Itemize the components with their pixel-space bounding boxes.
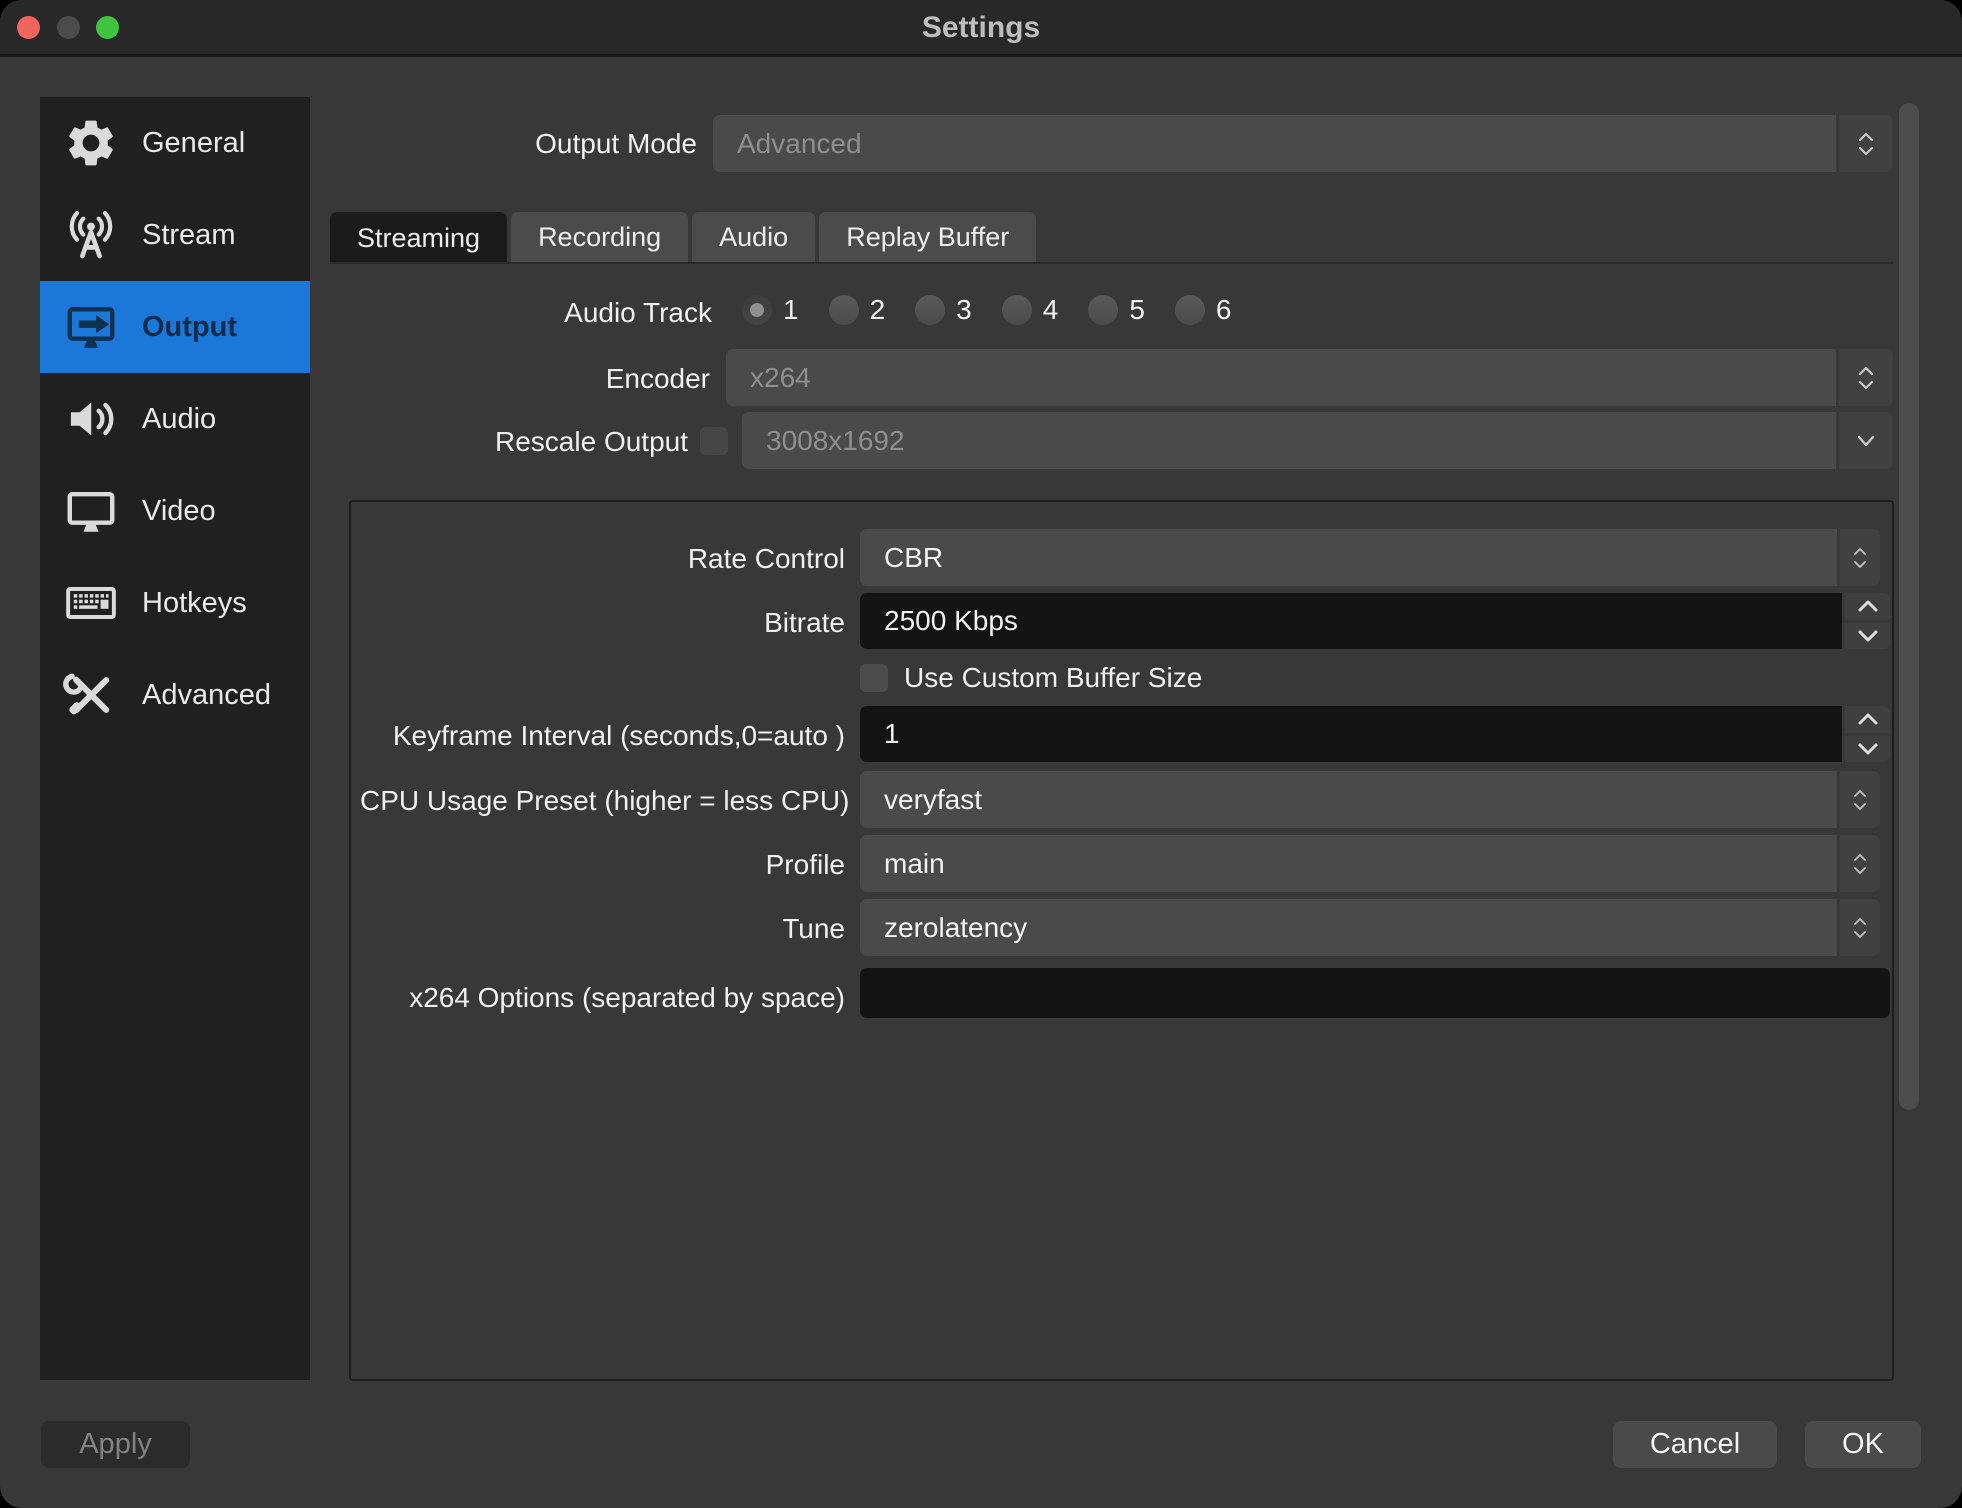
- ok-button[interactable]: OK: [1805, 1421, 1921, 1468]
- keyframe-interval-label: Keyframe Interval (seconds,0=auto ): [360, 719, 845, 753]
- audio-track-radios: 1 2 3 4 5 6: [742, 294, 1231, 326]
- audio-track-radio-3[interactable]: [915, 295, 945, 325]
- broadcast-icon: [62, 206, 120, 264]
- use-custom-buffer-label: Use Custom Buffer Size: [904, 662, 1202, 694]
- encoder-value: x264: [726, 349, 1836, 406]
- rate-control-label: Rate Control: [360, 542, 845, 576]
- radio-label: 1: [783, 294, 799, 326]
- tab-recording[interactable]: Recording: [511, 212, 688, 262]
- audio-track-radio-5[interactable]: [1088, 295, 1118, 325]
- chevron-updown-icon: [1840, 529, 1880, 586]
- settings-window: Settings General Stream: [0, 0, 1962, 1508]
- cpu-usage-preset-value: veryfast: [860, 771, 1837, 828]
- x264-options-label: x264 Options (separated by space): [360, 981, 845, 1015]
- rescale-output-select[interactable]: 3008x1692: [742, 412, 1893, 469]
- tune-select[interactable]: zerolatency: [860, 899, 1880, 956]
- sidebar-item-label: Video: [142, 495, 216, 528]
- radio-label: 5: [1129, 294, 1145, 326]
- tab-streaming[interactable]: Streaming: [330, 212, 507, 264]
- keyframe-interval-value: 1: [860, 706, 1842, 762]
- tune-label: Tune: [360, 912, 845, 946]
- output-mode-select[interactable]: Advanced: [713, 115, 1893, 172]
- sidebar-item-hotkeys[interactable]: Hotkeys: [40, 557, 310, 649]
- monitor-icon: [62, 482, 120, 540]
- radio-label: 2: [870, 294, 886, 326]
- chevron-updown-icon: [1839, 115, 1893, 172]
- spin-up-button[interactable]: [1845, 593, 1890, 620]
- title-bar: Settings: [0, 0, 1962, 57]
- cpu-usage-preset-label: CPU Usage Preset (higher = less CPU): [360, 784, 845, 818]
- sidebar-item-label: Advanced: [142, 679, 271, 712]
- tab-pane-border: [330, 262, 1893, 264]
- chevron-updown-icon: [1840, 835, 1880, 892]
- audio-track-radio-6[interactable]: [1175, 295, 1205, 325]
- profile-label: Profile: [360, 848, 845, 882]
- audio-track-radio-1[interactable]: [742, 295, 772, 325]
- spin-down-button[interactable]: [1845, 736, 1890, 763]
- cancel-button[interactable]: Cancel: [1613, 1421, 1777, 1468]
- chevron-updown-icon: [1840, 899, 1880, 956]
- radio-label: 3: [956, 294, 972, 326]
- sidebar-item-label: Stream: [142, 219, 235, 252]
- keyframe-interval-spinbox[interactable]: 1: [860, 706, 1890, 762]
- x264-options-input[interactable]: [860, 968, 1890, 1018]
- apply-button[interactable]: Apply: [41, 1421, 190, 1468]
- use-custom-buffer-checkbox[interactable]: [860, 664, 888, 692]
- display-arrow-icon: [62, 298, 120, 356]
- window-title: Settings: [0, 11, 1962, 45]
- tab-replay-buffer[interactable]: Replay Buffer: [819, 212, 1036, 262]
- sidebar-item-label: General: [142, 127, 245, 160]
- bitrate-spinbox[interactable]: 2500 Kbps: [860, 593, 1890, 649]
- bitrate-value: 2500 Kbps: [860, 593, 1842, 649]
- audio-track-radio-4[interactable]: [1002, 295, 1032, 325]
- bitrate-label: Bitrate: [360, 606, 845, 640]
- chevron-updown-icon: [1839, 349, 1893, 406]
- chevron-down-icon: [1839, 412, 1893, 469]
- profile-value: main: [860, 835, 1837, 892]
- sidebar-item-label: Audio: [142, 403, 216, 436]
- sidebar-item-video[interactable]: Video: [40, 465, 310, 557]
- rescale-output-label: Rescale Output: [330, 425, 688, 459]
- radio-label: 4: [1043, 294, 1059, 326]
- encoder-select[interactable]: x264: [726, 349, 1893, 406]
- sidebar-item-general[interactable]: General: [40, 97, 310, 189]
- spin-up-button[interactable]: [1845, 706, 1890, 733]
- sidebar-item-label: Output: [142, 311, 237, 344]
- output-tab-bar: Streaming Recording Audio Replay Buffer: [330, 212, 1036, 264]
- rate-control-value: CBR: [860, 529, 1837, 586]
- keyboard-icon: [62, 574, 120, 632]
- vertical-scrollbar-thumb[interactable]: [1899, 103, 1919, 1110]
- sidebar: General Stream Output: [40, 97, 310, 1380]
- chevron-updown-icon: [1840, 771, 1880, 828]
- rate-control-select[interactable]: CBR: [860, 529, 1880, 586]
- cpu-usage-preset-select[interactable]: veryfast: [860, 771, 1880, 828]
- spin-down-button[interactable]: [1845, 623, 1890, 650]
- rescale-output-checkbox[interactable]: [700, 427, 728, 455]
- tune-value: zerolatency: [860, 899, 1837, 956]
- audio-track-radio-2[interactable]: [829, 295, 859, 325]
- tab-audio[interactable]: Audio: [692, 212, 815, 262]
- sidebar-item-advanced[interactable]: Advanced: [40, 649, 310, 741]
- output-mode-value: Advanced: [713, 115, 1836, 172]
- sidebar-item-audio[interactable]: Audio: [40, 373, 310, 465]
- gear-icon: [62, 114, 120, 172]
- sidebar-item-stream[interactable]: Stream: [40, 189, 310, 281]
- audio-track-label: Audio Track: [330, 296, 712, 330]
- profile-select[interactable]: main: [860, 835, 1880, 892]
- encoder-label: Encoder: [330, 362, 710, 396]
- speaker-icon: [62, 390, 120, 448]
- tools-icon: [62, 666, 120, 724]
- sidebar-item-label: Hotkeys: [142, 587, 247, 620]
- radio-label: 6: [1216, 294, 1232, 326]
- sidebar-item-output[interactable]: Output: [40, 281, 310, 373]
- rescale-output-value: 3008x1692: [742, 412, 1836, 469]
- output-mode-label: Output Mode: [330, 127, 697, 161]
